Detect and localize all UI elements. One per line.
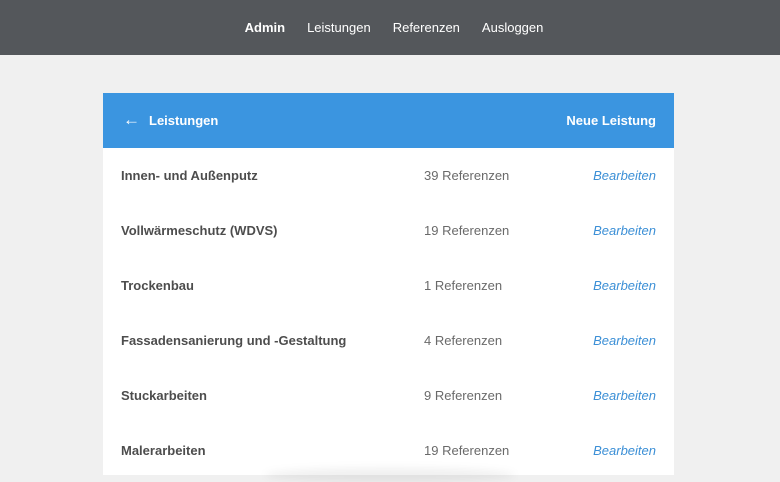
list-item: Fassadensanierung und -Gestaltung 4 Refe…	[103, 313, 674, 368]
new-leistung-button[interactable]: Neue Leistung	[566, 113, 656, 128]
main-nav: Admin Leistungen Referenzen Ausloggen	[226, 20, 555, 35]
reference-count: 9 Referenzen	[424, 388, 503, 403]
reference-count: 19 Referenzen	[424, 223, 510, 238]
edit-link[interactable]: Bearbeiten	[593, 388, 656, 403]
back-link[interactable]: ← Leistungen	[123, 110, 219, 129]
leistung-name: Stuckarbeiten	[121, 388, 207, 403]
edit-link[interactable]: Bearbeiten	[593, 278, 656, 293]
nav-item-ausloggen[interactable]: Ausloggen	[482, 20, 543, 35]
edit-link[interactable]: Bearbeiten	[593, 223, 656, 238]
leistung-name: Innen- und Außenputz	[121, 168, 258, 183]
list-item: Vollwärmeschutz (WDVS) 19 Referenzen Bea…	[103, 203, 674, 258]
edit-link[interactable]: Bearbeiten	[593, 168, 656, 183]
list-item: Stuckarbeiten 9 Referenzen Bearbeiten	[103, 368, 674, 423]
panel-title: Leistungen	[149, 113, 219, 128]
leistung-name: Fassadensanierung und -Gestaltung	[121, 333, 347, 348]
reference-count: 39 Referenzen	[424, 168, 510, 183]
leistung-name: Trockenbau	[121, 278, 194, 293]
reference-count: 19 Referenzen	[424, 443, 510, 458]
reference-count: 1 Referenzen	[424, 278, 503, 293]
top-navigation-bar: Admin Leistungen Referenzen Ausloggen	[0, 0, 780, 55]
edit-link[interactable]: Bearbeiten	[593, 443, 656, 458]
list-item: Innen- und Außenputz 39 Referenzen Bearb…	[103, 148, 674, 203]
nav-item-admin[interactable]: Admin	[245, 20, 285, 35]
arrow-left-icon: ←	[123, 110, 140, 129]
edit-link[interactable]: Bearbeiten	[593, 333, 656, 348]
nav-item-referenzen[interactable]: Referenzen	[393, 20, 460, 35]
scroll-shadow	[265, 468, 515, 482]
leistung-name: Malerarbeiten	[121, 443, 206, 458]
nav-item-leistungen[interactable]: Leistungen	[307, 20, 371, 35]
list-item: Trockenbau 1 Referenzen Bearbeiten	[103, 258, 674, 313]
panel-header: ← Leistungen Neue Leistung	[103, 93, 674, 148]
leistung-name: Vollwärmeschutz (WDVS)	[121, 223, 278, 238]
reference-count: 4 Referenzen	[424, 333, 503, 348]
leistungen-panel: ← Leistungen Neue Leistung Innen- und Au…	[103, 93, 674, 475]
